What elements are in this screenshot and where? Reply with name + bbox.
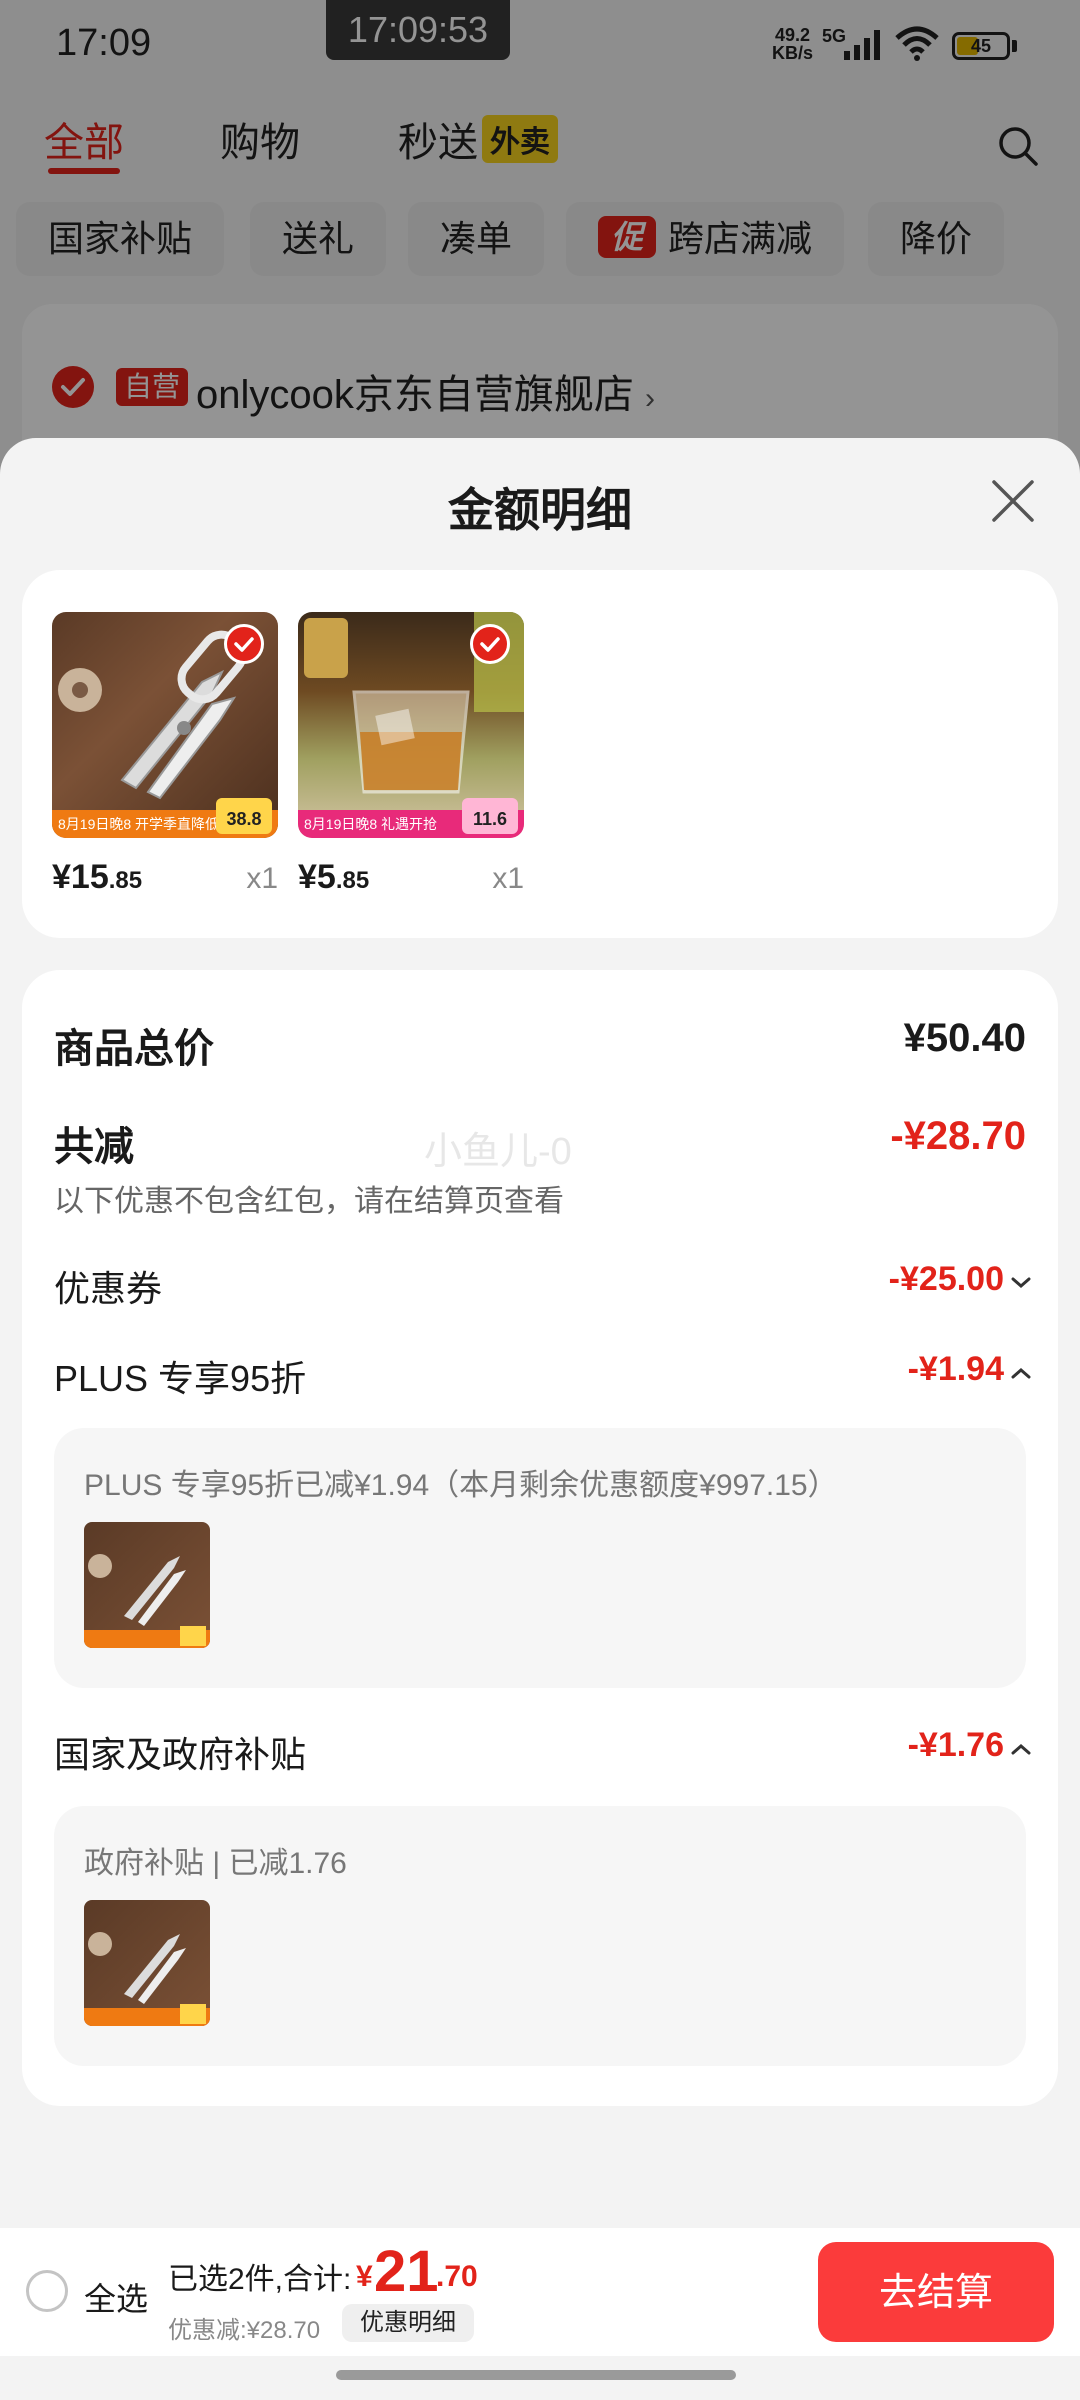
price-decimal: .85 — [335, 867, 370, 894]
discount-detail-button[interactable]: 优惠明细 — [342, 2304, 474, 2342]
watermark: 小鱼儿-0 — [424, 1131, 572, 1173]
reduction-note: 以下优惠不包含红包，请在结算页查看 — [54, 1185, 564, 1218]
gov-subsidy-value: -¥1.76 — [907, 1726, 1004, 1764]
currency-symbol: ¥ — [298, 858, 317, 896]
kitchen-scissors-icon — [84, 1554, 210, 1648]
goods-total-value: ¥50.40 — [903, 1016, 1026, 1060]
kitchen-scissors-icon — [84, 1932, 210, 2026]
checkout-bar: 全选 已选2件,合计: ¥ 21 .70 优惠减:¥28.70 优惠明细 去结算 — [0, 2228, 1080, 2356]
gov-subsidy-label: 国家及政府补贴 — [54, 1734, 307, 1775]
plus-discount-detail: PLUS 专享95折已减¥1.94（本月剩余优惠额度¥997.15） — [54, 1428, 1026, 1688]
price-integer: 15 — [70, 858, 109, 896]
checkout-button[interactable]: 去结算 — [818, 2242, 1054, 2342]
chevron-down-icon — [1011, 1277, 1031, 1288]
plus-label: PLUS 专享95折 — [54, 1358, 307, 1399]
row-goods-total: 商品总价 ¥50.40 — [54, 1016, 1026, 1071]
row-coupon[interactable]: 优惠券 -¥25.00 — [54, 1260, 1031, 1310]
product-check-icon[interactable] — [224, 624, 264, 664]
currency-symbol: ¥ — [52, 858, 71, 896]
image-price-tag: 38.8 — [216, 798, 272, 834]
total-currency-symbol: ¥ — [356, 2260, 373, 2293]
row-plus-discount[interactable]: PLUS 专享95折 -¥1.94 — [54, 1350, 1031, 1400]
select-all-checkbox[interactable] — [26, 2270, 68, 2312]
chevron-up-icon — [1011, 1368, 1031, 1379]
home-indicator[interactable] — [336, 2370, 736, 2380]
chevron-up-icon — [1011, 1744, 1031, 1755]
gov-subsidy-desc: 政府补贴 | 已减1.76 — [84, 1847, 347, 1880]
close-icon[interactable] — [988, 476, 1038, 526]
product-quantity: x1 — [246, 862, 278, 895]
coupon-label: 优惠券 — [54, 1268, 163, 1309]
total-decimal: .70 — [436, 2260, 478, 2293]
plus-discount-desc: PLUS 专享95折已减¥1.94（本月剩余优惠额度¥997.15） — [84, 1469, 838, 1502]
select-all-label[interactable]: 全选 — [84, 2274, 148, 2320]
product-quantity: x1 — [492, 862, 524, 895]
product-check-icon[interactable] — [470, 624, 510, 664]
goods-total-label: 商品总价 — [54, 1027, 214, 1071]
discount-summary: 优惠减:¥28.70 — [168, 2317, 321, 2344]
plus-value: -¥1.94 — [907, 1350, 1004, 1388]
coupon-value: -¥25.00 — [888, 1260, 1004, 1298]
reduction-label: 共减 — [54, 1125, 134, 1169]
product-price: ¥5.85 — [298, 858, 369, 897]
row-government-subsidy[interactable]: 国家及政府补贴 -¥1.76 — [54, 1726, 1031, 1776]
product-price: ¥15.85 — [52, 858, 142, 897]
reduction-value: -¥28.70 — [890, 1114, 1026, 1158]
product-thumb-scissors — [84, 1522, 210, 1648]
amount-detail-sheet: 金额明细 8月19日晚8 开学季直降低价 38.8 ¥15.85 x1 8月19… — [0, 438, 1080, 2400]
product-thumb-scissors — [84, 1900, 210, 2026]
price-decimal: .85 — [108, 867, 143, 894]
selected-products-card: 8月19日晚8 开学季直降低价 38.8 ¥15.85 x1 8月19日晚8 礼… — [22, 570, 1058, 938]
price-integer: 5 — [316, 858, 336, 896]
gov-subsidy-detail: 政府补贴 | 已减1.76 — [54, 1806, 1026, 2066]
image-price-tag: 11.6 — [462, 798, 518, 834]
total-integer: 21 — [374, 2239, 439, 2304]
sheet-title: 金额明细 — [448, 484, 632, 536]
selected-summary: 已选2件,合计: — [168, 2263, 352, 2296]
